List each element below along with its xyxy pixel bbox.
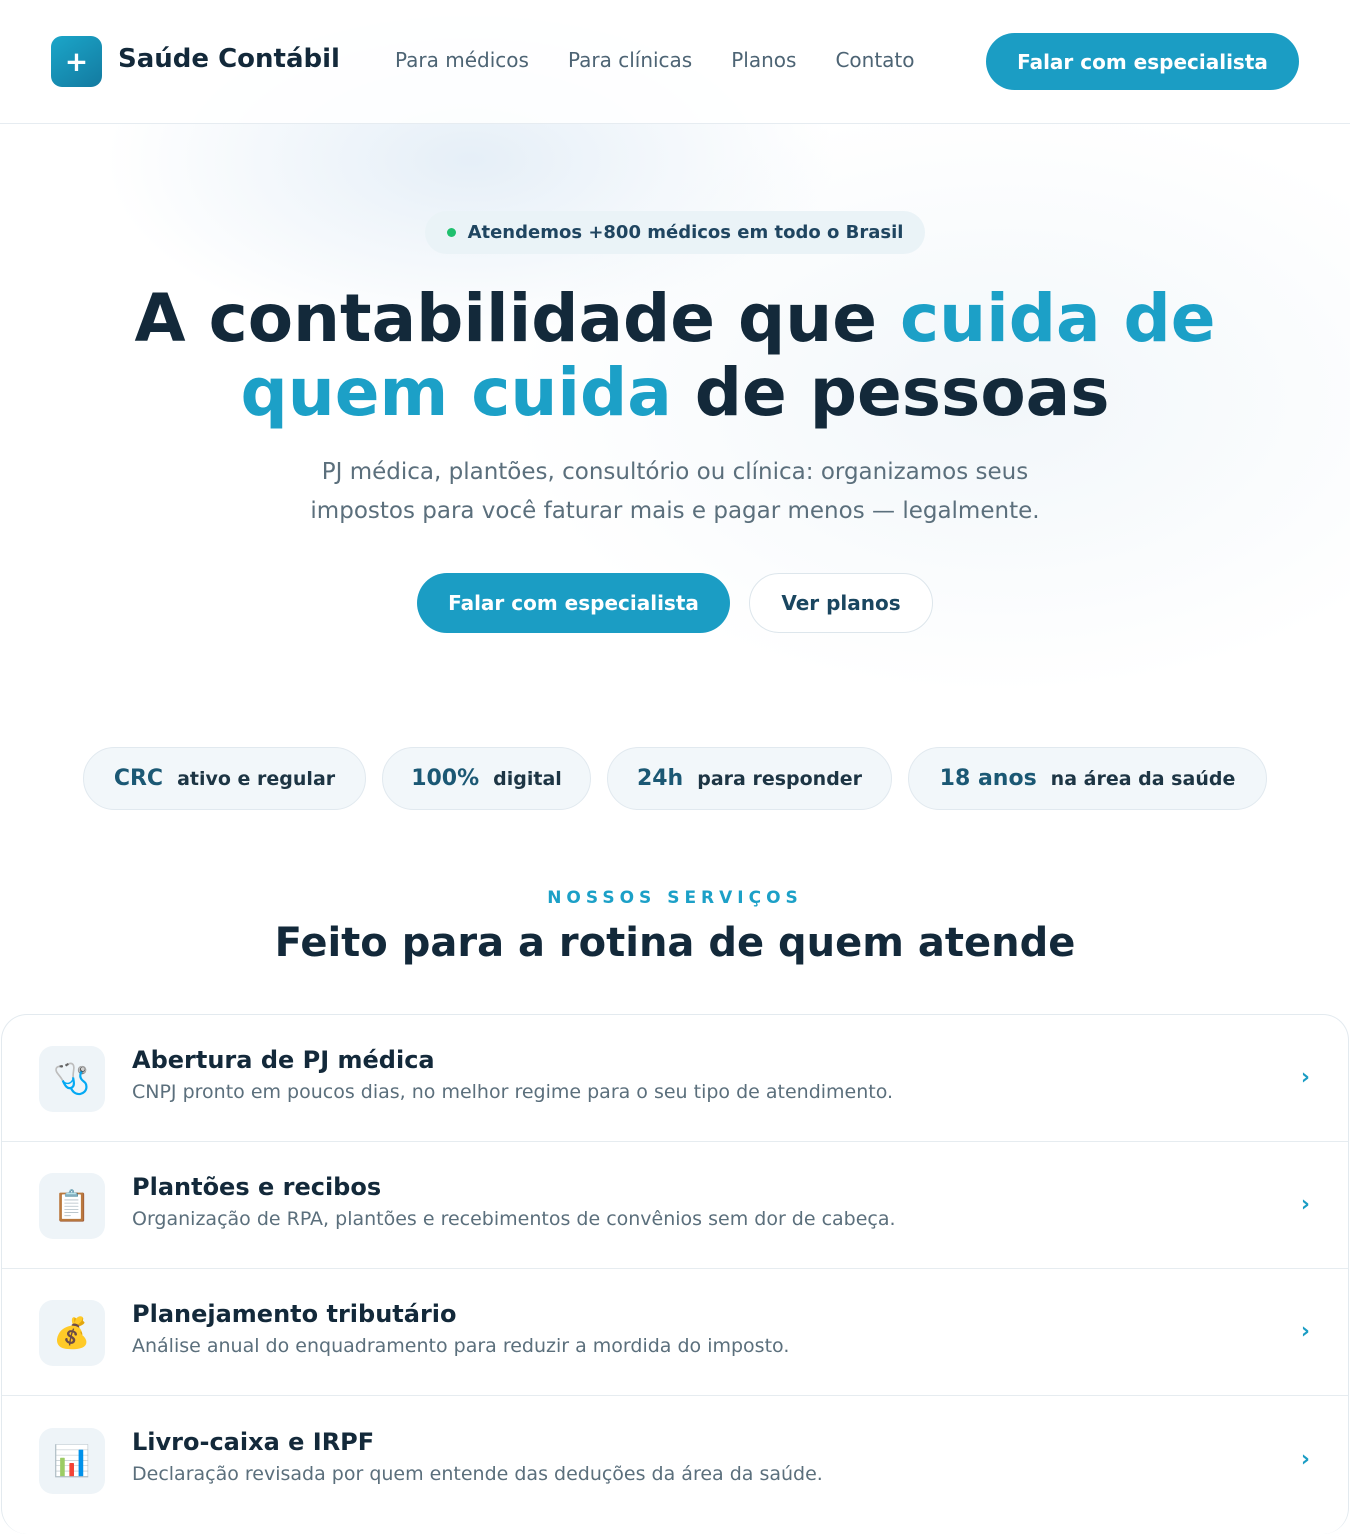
hero-title-accent1: cuida de xyxy=(899,280,1216,357)
header-cta-button[interactable]: Falar com especialista xyxy=(986,33,1299,90)
chevron-right-icon[interactable]: › xyxy=(1301,1192,1310,1217)
status-dot-icon xyxy=(446,228,456,237)
service-item-plantoes[interactable]: 📋 Plantões e recibos Organização de RPA,… xyxy=(2,1142,1348,1269)
stat-value: 24h xyxy=(636,766,684,791)
stat-value: 18 anos xyxy=(939,766,1037,791)
hero-badge: Atendemos +800 médicos em todo o Brasil xyxy=(425,211,925,254)
hero-subtitle: PJ médica, plantões, consultório ou clín… xyxy=(275,453,1075,531)
hero-badge-text: Atendemos +800 médicos em todo o Brasil xyxy=(467,222,904,243)
brand-name[interactable]: Saúde Contábil xyxy=(118,44,340,74)
site-header: + Saúde Contábil Para médicos Para clíni… xyxy=(0,0,1350,124)
service-title: Plantões e recibos xyxy=(132,1173,382,1201)
service-title: Livro-caixa e IRPF xyxy=(132,1428,375,1456)
main-nav: Para médicos Para clínicas Planos Contat… xyxy=(395,48,915,72)
hero-title-part1: A contabilidade que xyxy=(134,280,900,357)
service-title: Planejamento tributário xyxy=(132,1300,457,1328)
chevron-right-icon[interactable]: › xyxy=(1301,1065,1310,1090)
service-item-livro-caixa[interactable]: 📊 Livro-caixa e IRPF Declaração revisada… xyxy=(2,1397,1348,1524)
money-bag-icon: 💰 xyxy=(39,1300,105,1366)
nav-link-clinicas[interactable]: Para clínicas xyxy=(568,48,692,72)
hero-title-accent2: quem cuida xyxy=(240,354,672,431)
stat-label: para responder xyxy=(697,767,863,790)
stat-pill-crc: CRC ativo e regular xyxy=(83,747,366,810)
bar-chart-icon: 📊 xyxy=(39,1428,105,1494)
chevron-right-icon[interactable]: › xyxy=(1301,1447,1310,1472)
stat-value: CRC xyxy=(113,766,164,791)
stat-pill-years: 18 anos na área da saúde xyxy=(908,747,1267,810)
nav-link-planos[interactable]: Planos xyxy=(731,48,796,72)
hero-title: A contabilidade que cuida de quem cuida … xyxy=(0,282,1350,430)
hero-subtitle-line2: impostos para você faturar mais e pagar … xyxy=(310,498,1040,524)
nav-link-contato[interactable]: Contato xyxy=(835,48,914,72)
service-item-planejamento[interactable]: 💰 Planejamento tributário Análise anual … xyxy=(2,1269,1348,1396)
service-description: Declaração revisada por quem entende das… xyxy=(132,1463,823,1485)
stat-label: digital xyxy=(493,767,562,790)
hero-primary-button[interactable]: Falar com especialista xyxy=(417,573,730,633)
nav-link-medicos[interactable]: Para médicos xyxy=(395,48,529,72)
hero-title-part2: de pessoas xyxy=(671,354,1110,431)
service-title: Abertura de PJ médica xyxy=(132,1046,435,1074)
services-eyebrow: NOSSOS SERVIÇOS xyxy=(547,888,803,908)
clipboard-icon: 📋 xyxy=(39,1173,105,1239)
hero-secondary-button[interactable]: Ver planos xyxy=(749,573,933,633)
service-item-pj[interactable]: 🩺 Abertura de PJ médica CNPJ pronto em p… xyxy=(2,1015,1348,1142)
stat-label: ativo e regular xyxy=(177,767,336,790)
stat-pill-digital: 100% digital xyxy=(382,747,591,810)
stat-value: 100% xyxy=(411,766,480,791)
service-description: Organização de RPA, plantões e recebimen… xyxy=(132,1208,896,1230)
services-title: Feito para a rotina de quem atende xyxy=(274,920,1076,966)
stat-pill-response: 24h para responder xyxy=(607,747,892,810)
hero-subtitle-line1: PJ médica, plantões, consultório ou clín… xyxy=(321,459,1029,485)
stat-label: na área da saúde xyxy=(1050,767,1236,790)
service-description: CNPJ pronto em poucos dias, no melhor re… xyxy=(132,1081,894,1103)
logo-plus-icon[interactable]: + xyxy=(51,36,102,87)
chevron-right-icon[interactable]: › xyxy=(1301,1319,1310,1344)
service-description: Análise anual do enquadramento para redu… xyxy=(132,1335,790,1357)
services-list: 🩺 Abertura de PJ médica CNPJ pronto em p… xyxy=(1,1014,1349,1534)
stethoscope-icon: 🩺 xyxy=(39,1046,105,1112)
